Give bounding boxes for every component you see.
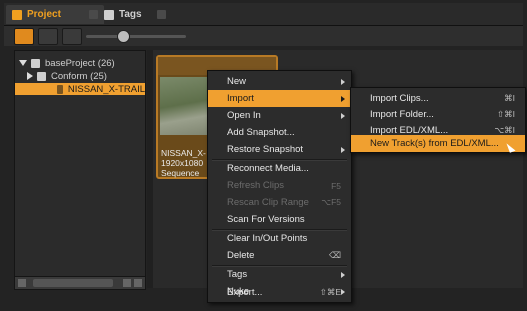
import-submenu: Import Clips... ⌘I Import Folder... ⇧⌘I Im… [350,87,526,153]
tree-item-nissan[interactable]: NISSAN_X-TRAIL [15,83,145,95]
menu-item-refresh-clips[interactable]: Refresh Clips F5 [208,177,351,194]
menu-item-import[interactable]: Import [208,90,351,107]
submenu-arrow-icon [341,146,345,153]
menu-item-export[interactable]: Export... ⇧⌘E [208,284,351,301]
tree-item-label: NISSAN_X-TRAIL [67,83,145,95]
menu-item-new-tracks-from-edl[interactable]: New Track(s) from EDL/XML... [351,135,525,152]
tree-item-conform[interactable]: Conform (25) [27,70,107,82]
details-view-button[interactable] [62,28,82,45]
collapse-arrow-icon[interactable] [27,72,33,80]
project-icon [12,9,22,20]
menu-item-import-clips[interactable]: Import Clips... ⌘I [351,90,525,107]
tab-project-label: Project [27,9,61,20]
project-tree: baseProject (26) Conform (25) NISSAN_X-T… [14,50,146,290]
expand-arrow-icon[interactable] [19,60,27,66]
tree-item-label: baseProject (26) [45,57,115,69]
app-window: Project Tags baseProject (26) Conform (2… [0,0,527,311]
menu-item-reconnect-media[interactable]: Reconnect Media... [208,160,351,177]
menu-item-add-snapshot[interactable]: Add Snapshot... [208,124,351,141]
clip-resolution: 1920x1080 [161,158,204,168]
tab-tags[interactable]: Tags [98,5,172,24]
clip-name: NISSAN_X- [161,148,206,158]
scroll-left-icon[interactable] [123,279,131,287]
submenu-arrow-icon [341,112,345,119]
context-menu: New Import Open In Add Snapshot... Resto… [207,70,352,303]
view-toolbar [4,26,523,46]
tab-project[interactable]: Project [6,5,104,24]
scroll-left-icon[interactable] [18,279,26,287]
menu-item-delete[interactable]: Delete ⌫ [208,247,351,264]
close-icon[interactable] [157,10,166,19]
clip-info: NISSAN_X- 1920x1080 Sequence [161,148,206,178]
project-icon [31,58,40,68]
submenu-arrow-icon [341,271,345,278]
scroll-thumb[interactable] [33,279,113,287]
tag-icon [104,9,114,20]
sequence-icon [57,84,63,94]
menu-item-rescan-clip-range[interactable]: Rescan Clip Range ⌥F5 [208,194,351,211]
tab-tags-label: Tags [119,9,142,20]
tree-item-label: Conform (25) [51,70,107,82]
menu-item-import-folder[interactable]: Import Folder... ⇧⌘I [351,106,525,123]
slider-handle[interactable] [117,30,130,43]
grid-view-button[interactable] [14,28,34,45]
bin-icon [37,71,46,81]
list-view-button[interactable] [38,28,58,45]
thumbnail-size-slider[interactable] [86,35,186,38]
close-icon[interactable] [89,10,98,19]
menu-item-scan-versions[interactable]: Scan For Versions [208,211,351,228]
menu-item-tags[interactable]: Tags [208,266,351,283]
submenu-arrow-icon [341,95,345,102]
scroll-right-icon[interactable] [134,279,142,287]
submenu-arrow-icon [341,78,345,85]
clip-type: Sequence [161,168,200,178]
menu-item-clear-inout[interactable]: Clear In/Out Points [208,230,351,247]
tree-item-baseproject[interactable]: baseProject (26) [19,57,115,69]
tab-bar: Project Tags [4,3,523,26]
menu-item-open-in[interactable]: Open In [208,107,351,124]
menu-item-restore-snapshot[interactable]: Restore Snapshot [208,141,351,158]
menu-item-new[interactable]: New [208,73,351,90]
horizontal-scrollbar[interactable] [15,276,145,289]
